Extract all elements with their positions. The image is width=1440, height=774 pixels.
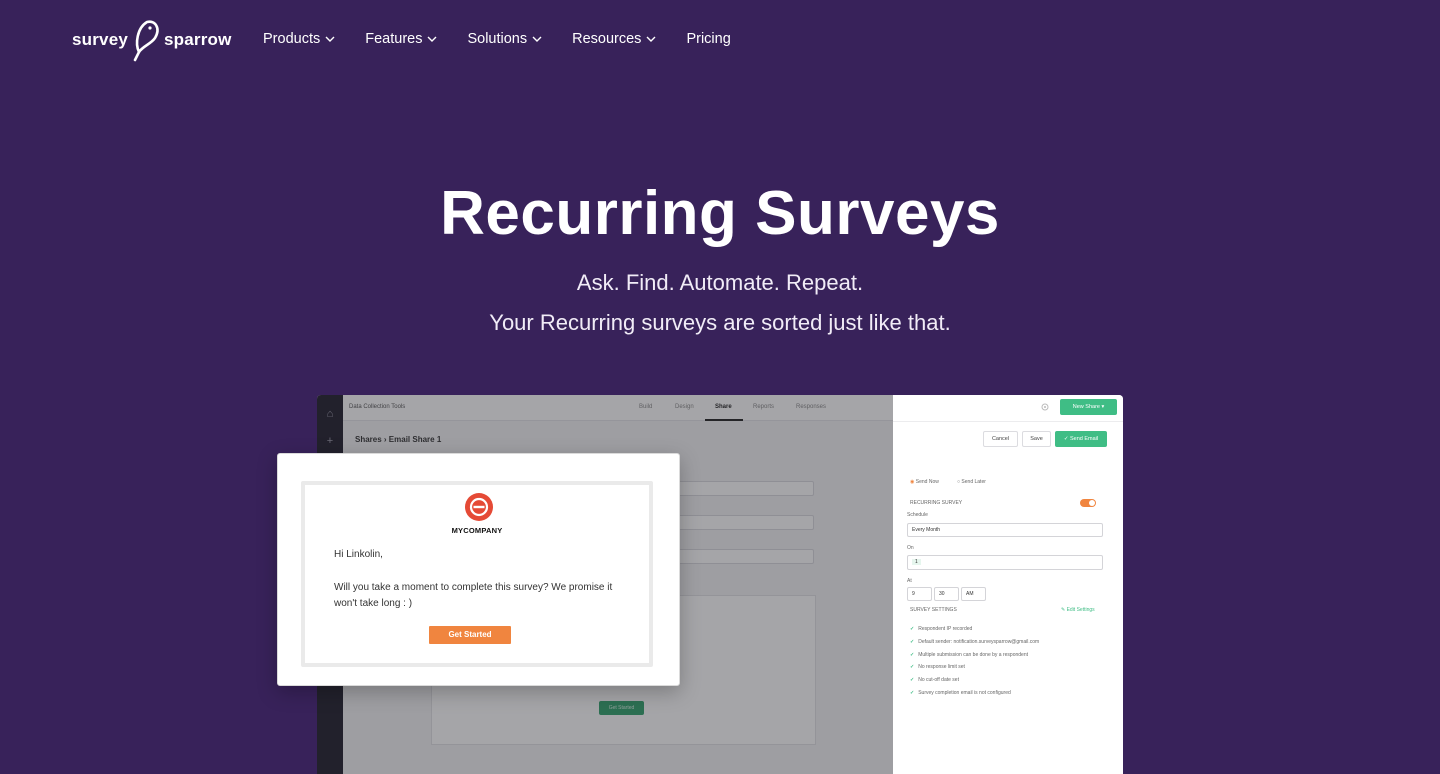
company-logo-icon (465, 493, 493, 521)
send-later-label: Send Later (961, 479, 986, 485)
at-label: At (907, 578, 912, 584)
email-greeting: Hi Linkolin, (334, 549, 383, 560)
nav-item-label: Products (263, 31, 321, 47)
hour-select[interactable]: 9 (907, 587, 932, 601)
nav-item-solutions[interactable]: Solutions (467, 31, 542, 47)
setting-text: No cut-off date set (918, 677, 959, 683)
setting-item: ✓ Multiple submission can be done by a re… (910, 652, 1028, 658)
logo-word-right: sparrow (164, 30, 232, 49)
surveysparrow-logo[interactable]: survey sparrow (72, 18, 232, 62)
logo-word-left: survey (72, 30, 129, 49)
company-name: MYCOMPANY (451, 526, 503, 535)
top-navbar: survey sparrow Products Features Solutio… (0, 0, 1440, 80)
setting-item: ✓ No response limit set (910, 664, 965, 670)
hour-value: 9 (912, 591, 915, 597)
email-preview-body: MYCOMPANY Hi Linkolin, Will you take a m… (301, 481, 653, 667)
radio-selected-icon: ◉ (910, 479, 915, 485)
recurring-survey-label: RECURRING SURVEY (910, 500, 963, 506)
send-later-radio[interactable]: ○ Send Later (957, 479, 986, 485)
setting-item: ✓ Survey completion email is not configur… (910, 690, 1011, 696)
nav-item-label: Solutions (467, 31, 528, 47)
hero-title: Recurring Surveys (440, 179, 1000, 248)
survey-settings-label: SURVEY SETTINGS (910, 607, 957, 613)
chevron-down-icon (646, 36, 656, 42)
nav-item-label: Resources (572, 31, 642, 47)
toggle-knob (1089, 500, 1095, 506)
setting-text: Survey completion email is not configure… (918, 690, 1011, 696)
gear-icon[interactable] (1040, 402, 1050, 412)
nav-item-label: Pricing (686, 31, 731, 47)
setting-text: Multiple submission can be done by a res… (918, 652, 1028, 658)
schedule-select[interactable]: Every Month (907, 523, 1103, 537)
chevron-down-icon (427, 36, 437, 42)
email-message: Will you take a moment to complete this … (334, 582, 613, 609)
radio-empty-icon: ○ (957, 479, 961, 485)
get-started-button[interactable]: Get Started (429, 626, 511, 644)
sparrow-logo-icon (133, 20, 159, 62)
on-label: On (907, 545, 914, 551)
cancel-button[interactable]: Cancel (983, 431, 1018, 447)
setting-item: ✓ No cut-off date set (910, 677, 959, 683)
nav-item-products[interactable]: Products (263, 31, 335, 47)
setting-text: No response limit set (918, 664, 965, 670)
new-share-button[interactable]: New Share ▾ (1060, 399, 1117, 415)
minute-select[interactable]: 30 (934, 587, 959, 601)
ampm-value: AM (966, 591, 974, 597)
ampm-select[interactable]: AM (961, 587, 986, 601)
schedule-value: Every Month (912, 527, 941, 533)
setting-text: Default sender: notification.surveysparr… (918, 639, 1040, 645)
setting-item: ✓ Respondent IP recorded (910, 626, 973, 632)
nav-item-pricing[interactable]: Pricing (686, 31, 730, 47)
send-now-label: Send Now (915, 479, 939, 485)
hero-subtitle-1: Ask. Find. Automate. Repeat. (576, 270, 864, 295)
nav-item-label: Features (365, 31, 423, 47)
recurring-toggle[interactable] (1080, 499, 1096, 507)
nav-item-features[interactable]: Features (365, 31, 437, 47)
day-select[interactable]: 1 (907, 555, 1103, 570)
chevron-down-icon (532, 36, 542, 42)
main-menu: Products Features Solutions Resources Pr… (263, 31, 731, 47)
divider (893, 421, 1123, 422)
minute-value: 30 (939, 591, 945, 597)
edit-settings-link[interactable]: ✎ Edit Settings (1061, 607, 1095, 613)
chevron-down-icon (325, 36, 335, 42)
email-preview-card: MYCOMPANY Hi Linkolin, Will you take a m… (277, 453, 680, 686)
send-now-radio[interactable]: ◉ Send Now (910, 479, 939, 485)
save-button[interactable]: Save (1022, 431, 1051, 447)
share-settings-panel: New Share ▾ Cancel Save ✓ Send Email ◉ S… (893, 395, 1123, 774)
hero-subtitle-2: Your Recurring surveys are sorted just l… (489, 310, 951, 335)
send-email-button[interactable]: ✓ Send Email (1055, 431, 1107, 447)
schedule-label: Schedule (907, 512, 928, 518)
setting-text: Respondent IP recorded (918, 626, 973, 632)
setting-item: ✓ Default sender: notification.surveyspar… (910, 639, 1040, 645)
nav-item-resources[interactable]: Resources (572, 31, 656, 47)
day-chip: 1 (912, 559, 921, 565)
